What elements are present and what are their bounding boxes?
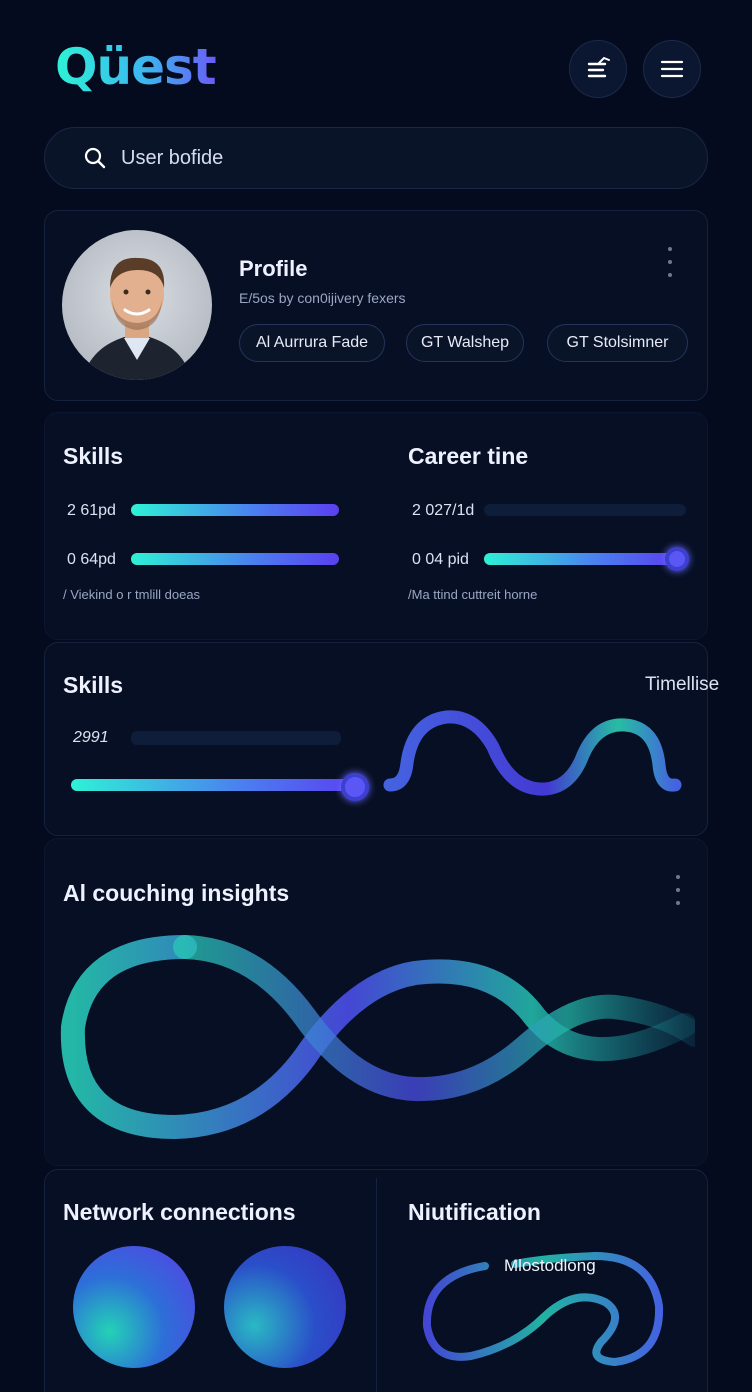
career-title: Career tine — [408, 443, 529, 469]
career-row-label: 2 027/1d — [412, 502, 475, 519]
timeline-slider-fill — [71, 779, 361, 791]
skills-row-label: 2 61pd — [67, 502, 116, 519]
skills-career-card: Skills 2 61pd 0 64pd / Viekind o r tmlil… — [44, 412, 708, 640]
insights-wave-graphic — [60, 935, 695, 1140]
profile-card: Profile E/5os by con0ijivery fexers Al A… — [44, 210, 708, 401]
profile-more-icon[interactable] — [667, 247, 673, 277]
career-slider[interactable] — [484, 553, 686, 565]
profile-chip[interactable]: Al Aurrura Fade — [239, 324, 385, 362]
avatar[interactable] — [62, 230, 212, 380]
search-icon — [84, 147, 106, 169]
career-note: /Ma ttind cuttreit horne — [408, 587, 538, 602]
timeline-slider[interactable] — [71, 779, 361, 791]
skills-title: Skills — [63, 443, 124, 469]
network-connection-avatar[interactable] — [224, 1246, 346, 1368]
skills-progress-bar — [131, 504, 339, 516]
skills-progress-bar — [131, 553, 339, 565]
profile-title: Profile — [239, 256, 308, 281]
career-slider-handle[interactable] — [665, 547, 689, 571]
career-progress-bar — [484, 504, 686, 516]
timeline-skills-title: Skills — [63, 672, 124, 698]
card-divider — [376, 1178, 377, 1392]
network-connection-avatar[interactable] — [73, 1246, 195, 1368]
app-screen: Qüest User bofide Profile E/5os by con0i… — [0, 0, 752, 1392]
profile-chip[interactable]: GT Stolsimner — [547, 324, 688, 362]
profile-subtitle: E/5os by con0ijivery fexers — [239, 290, 406, 306]
timeline-row-label: 2991 — [73, 729, 109, 746]
timeline-wave-graphic — [383, 710, 682, 796]
network-notification-card: Network connections Niutification Mlosto… — [44, 1169, 708, 1392]
timeline-slider-handle[interactable] — [341, 773, 369, 801]
timeline-label: Timellise — [645, 674, 720, 695]
checklist-icon — [587, 56, 610, 78]
skills-note: / Viekind o r tmlill doeas — [63, 587, 201, 602]
skills-progress-fill — [131, 553, 339, 565]
notification-label: Mlostodlong — [504, 1256, 596, 1275]
checklist-button[interactable] — [569, 40, 627, 98]
menu-button[interactable] — [643, 40, 701, 98]
career-slider-fill — [484, 553, 676, 565]
network-title: Network connections — [63, 1199, 296, 1225]
skills-progress-fill — [131, 504, 339, 516]
insights-more-icon[interactable] — [675, 875, 681, 905]
app-logo: Qüest — [55, 38, 217, 96]
timeline-card: Skills Timellise 2991 — [44, 642, 719, 836]
ai-insights-title: Al couching insights — [63, 880, 290, 906]
ai-insights-card: Al couching insights — [44, 838, 708, 1166]
search-bar[interactable] — [44, 127, 708, 189]
menu-icon — [660, 60, 684, 78]
profile-chip[interactable]: GT Walshep — [406, 324, 524, 362]
career-row-label: 0 04 pid — [412, 551, 469, 568]
avatar-portrait — [82, 257, 192, 380]
search-input[interactable] — [121, 146, 621, 170]
skills-row-label: 0 64pd — [67, 551, 116, 568]
notification-title: Niutification — [408, 1199, 541, 1225]
timeline-empty-bar — [131, 731, 341, 745]
